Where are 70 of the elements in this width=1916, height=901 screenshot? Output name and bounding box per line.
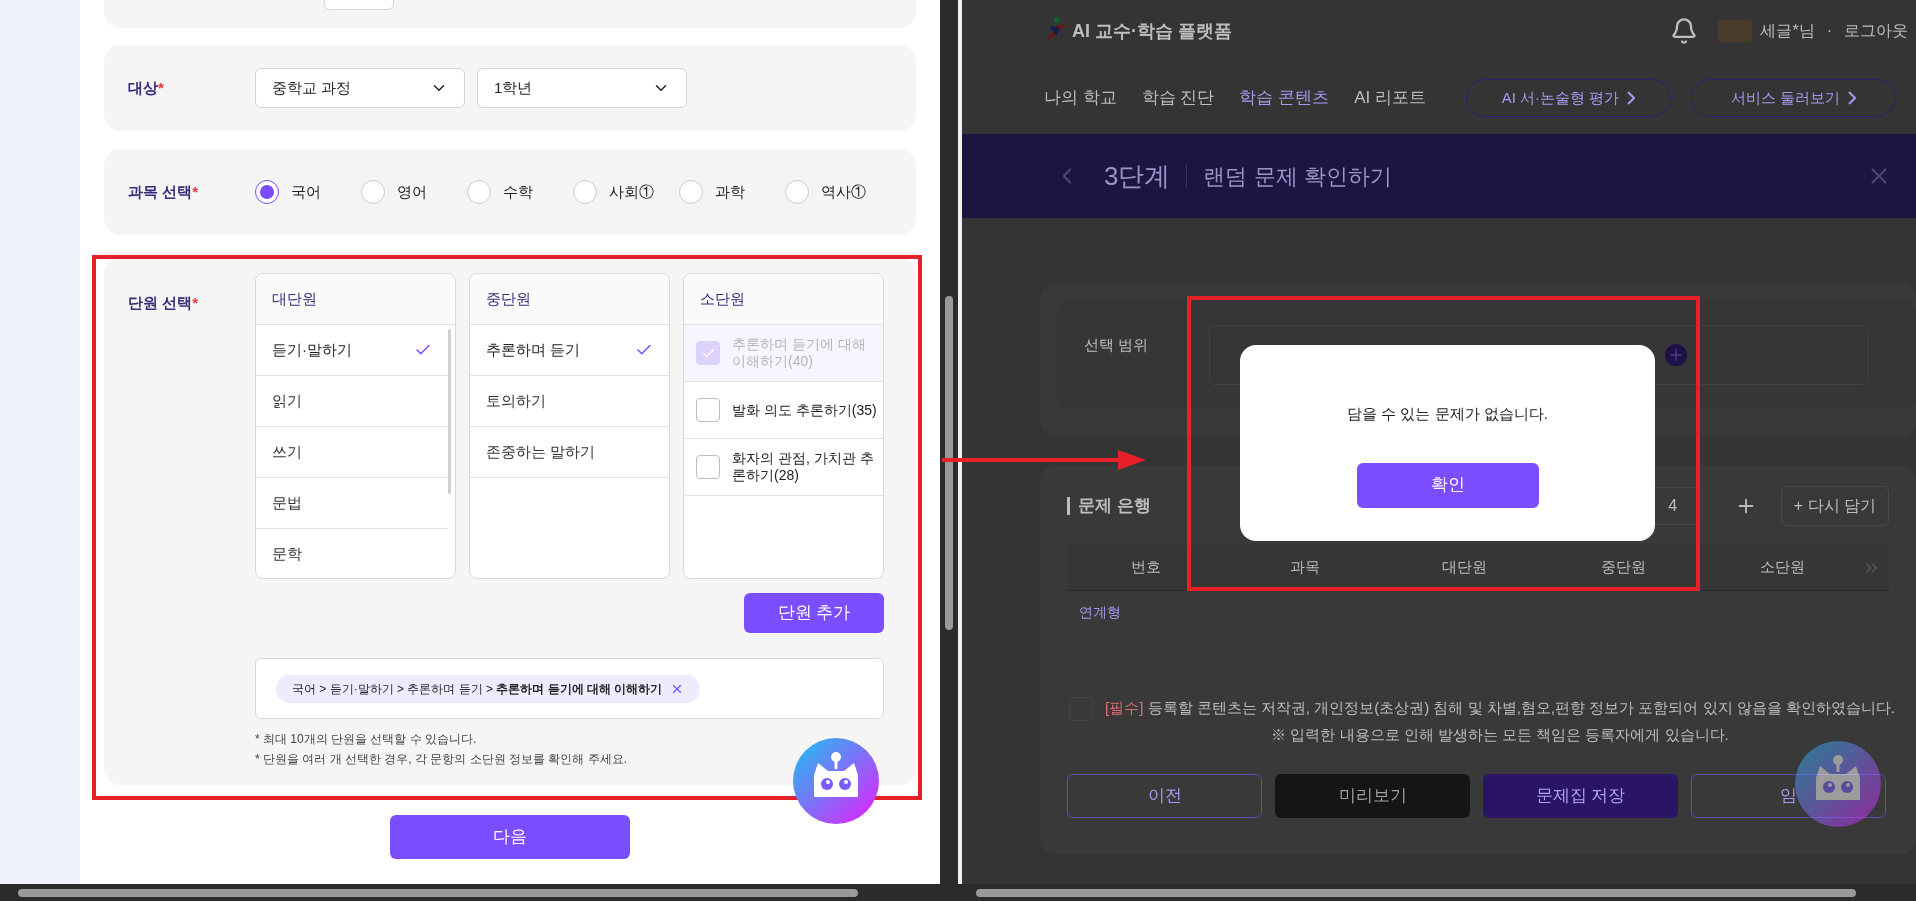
radio-button[interactable] (785, 180, 809, 204)
column-header: 중단원 (470, 274, 669, 325)
nav-tab[interactable]: AI 리포트 (1354, 85, 1426, 111)
logo-text: AI 교수·학습 플랫폼 (1072, 19, 1232, 43)
unit-label: 화자의 관점, 가치관 추론하기(28) (732, 450, 875, 484)
logout-link[interactable]: 로그아웃 (1844, 19, 1908, 43)
radio-button[interactable] (255, 180, 279, 204)
note-text: * 단원을 여러 개 선택한 경우, 각 문항의 소단원 정보를 확인해 주세요. (255, 751, 628, 768)
agreement-text: [필수] 등록할 콘텐츠는 저작권, 개인정보(초상권) 침해 및 차별,혐오,편향 정보가 포함되어 있지 않음을 확인하였습니다. (1105, 698, 1896, 718)
field-label: 대상* (128, 77, 165, 98)
range-label: 선택 범위 (1084, 334, 1150, 355)
step-number: 3단계 (1104, 159, 1171, 193)
radio-label: 수학 (503, 181, 533, 202)
re-add-button[interactable]: + 다시 담기 (1780, 486, 1889, 526)
column-header: 소단원 (1758, 557, 1806, 578)
section-title: 문제 은행 (1067, 497, 1151, 515)
column-header: 번호 (1130, 557, 1163, 578)
dialog-message: 담을 수 있는 문제가 없습니다. (1347, 404, 1548, 424)
field-label: 과목 선택* (128, 181, 199, 202)
radio-label: 영어 (397, 181, 427, 202)
checkbox[interactable] (696, 455, 720, 479)
unit-list-item[interactable]: 추론하며 듣기 (470, 325, 669, 376)
radio-label: 국어 (291, 181, 321, 202)
add-icon[interactable] (1665, 344, 1687, 366)
radio-label: 과학 (715, 181, 745, 202)
user-name: 세글*님 (1760, 21, 1815, 41)
separator-text: · (1825, 21, 1833, 41)
dropdown[interactable]: 1학년 (477, 68, 687, 108)
radio-button[interactable] (467, 180, 491, 204)
chevron-right-icon (1848, 91, 1857, 105)
radio-button[interactable] (361, 180, 385, 204)
unit-label: 발화 의도 추론하기(35) (732, 401, 877, 419)
cat-mascot-icon[interactable] (792, 737, 880, 825)
checkbox[interactable] (696, 398, 720, 422)
nav-tab[interactable]: 나의 학교 (1044, 85, 1117, 111)
unit-list-item[interactable]: 문법 (256, 478, 448, 529)
radio-label: 역사① (821, 181, 866, 202)
chevron-right-icon (1627, 91, 1636, 105)
radio-button[interactable] (679, 180, 703, 204)
unit-list-item[interactable]: 존중하는 말하기 (470, 427, 669, 478)
action-button[interactable]: 문제집 저장 (1483, 774, 1678, 818)
radio-button[interactable] (573, 180, 597, 204)
logo-icon (1042, 16, 1068, 46)
column-header: 중단원 (1599, 557, 1647, 578)
unit-list-item[interactable]: 토의하기 (470, 376, 669, 427)
column-header: 대단원 (1440, 557, 1488, 578)
next-button[interactable]: 다음 (390, 815, 630, 859)
nav-tab[interactable]: 학습 콘텐츠 (1239, 85, 1330, 111)
unit-label: 추론하며 듣기에 대해 이해하기(40) (732, 336, 867, 370)
banner-title: 랜덤 문제 확인하기 (1203, 162, 1392, 191)
confirm-button[interactable]: 확인 (1356, 462, 1539, 508)
column-header: 과목 (1289, 557, 1322, 578)
column-header: 소단원 (684, 274, 883, 325)
action-button[interactable]: 미리보기 (1275, 774, 1470, 818)
action-button[interactable]: 이전 (1067, 774, 1262, 818)
selected-unit-chip: 국어 > 듣기·말하기 > 추론하며 듣기 > 추론하며 듣기에 대해 이해하기 (276, 674, 701, 703)
group-label: 연계형 (1079, 603, 1121, 622)
note-text: * 최대 10개의 단원을 선택할 수 있습니다. (255, 731, 478, 748)
cat-mascot-icon[interactable] (1794, 740, 1882, 828)
radio-label: 사회① (609, 181, 654, 202)
agreement-note: ※ 입력한 내용으로 인해 발생하는 모든 책임은 등록자에게 있습니다. (1271, 724, 1729, 745)
nav-tab[interactable]: 학습 진단 (1141, 85, 1215, 111)
column-header: 대단원 (256, 274, 455, 325)
bell-icon[interactable] (1670, 17, 1699, 45)
unit-list-item[interactable]: 문학 (256, 529, 448, 578)
dropdown[interactable]: 중학교 과정 (255, 68, 465, 108)
add-unit-button[interactable]: 단원 추가 (744, 593, 884, 633)
action-button[interactable]: 임 (1691, 774, 1886, 818)
field-label: 단원 선택* (128, 293, 199, 313)
dropdown[interactable] (324, 0, 394, 10)
